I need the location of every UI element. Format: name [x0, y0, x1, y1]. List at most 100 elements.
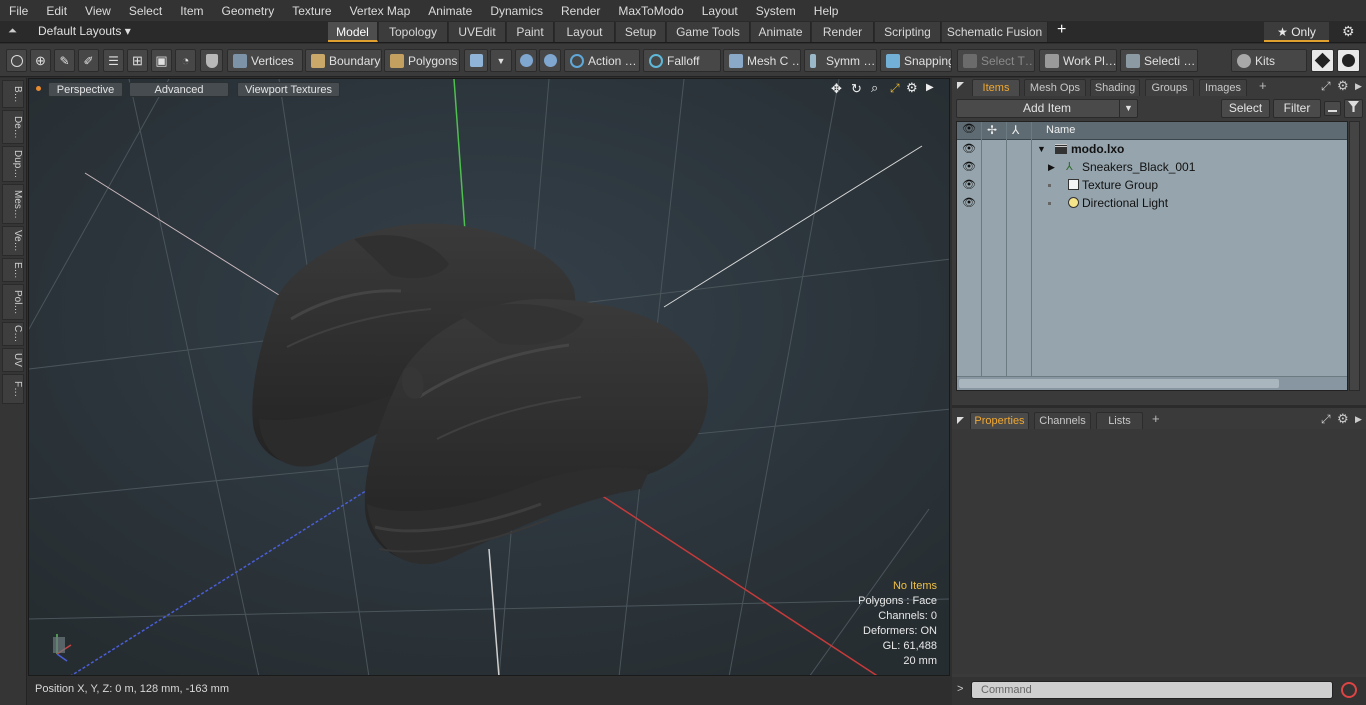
- perspective-button[interactable]: Perspective: [48, 82, 123, 97]
- tab-render[interactable]: Render: [812, 22, 874, 42]
- list-item[interactable]: 👁 Texture Group: [957, 176, 1347, 194]
- align-button[interactable]: ☰: [103, 49, 124, 72]
- viewport-textures-button[interactable]: Viewport Textures: [237, 82, 340, 97]
- eye-icon[interactable]: 👁: [957, 140, 981, 158]
- eye-icon[interactable]: 👁: [957, 176, 981, 194]
- menu-geometry[interactable]: Geometry: [213, 4, 284, 18]
- clock-button[interactable]: ◔: [175, 49, 196, 72]
- add-panel-tab-icon[interactable]: +: [1259, 78, 1267, 93]
- properties-divider[interactable]: [952, 405, 1366, 408]
- tab-channels[interactable]: Channels: [1034, 412, 1091, 429]
- tab-items[interactable]: Items: [972, 79, 1020, 96]
- falloff-button[interactable]: Falloff: [643, 49, 721, 72]
- snap-box-button[interactable]: ▣: [151, 49, 172, 72]
- list-item[interactable]: 👁 ▼ modo.lxo: [957, 140, 1347, 158]
- brush-button[interactable]: ✐: [78, 49, 99, 72]
- layout-up-icon[interactable]: ⏶: [8, 25, 20, 39]
- tab-properties[interactable]: Properties: [970, 412, 1029, 429]
- tab-game-tools[interactable]: Game Tools: [667, 22, 750, 42]
- props-settings-icon[interactable]: ⚙: [1337, 411, 1349, 427]
- lock-header-icon[interactable]: ✢: [987, 123, 997, 137]
- item-list[interactable]: 👁 ✢ ⅄ Name 👁 ▼ modo.lxo 👁 ▶ ⅄ Sneakers_B…: [956, 121, 1348, 391]
- select-button[interactable]: Select: [1221, 99, 1270, 118]
- symmetry-b-button[interactable]: [539, 49, 561, 72]
- tab-paint[interactable]: Paint: [507, 22, 554, 42]
- boundary-button[interactable]: Boundary: [305, 49, 382, 72]
- vertices-button[interactable]: Vertices: [227, 49, 303, 72]
- tab-groups[interactable]: Groups: [1145, 79, 1194, 96]
- material-button[interactable]: [464, 49, 488, 72]
- command-input[interactable]: Command: [971, 681, 1333, 699]
- menu-vertex-map[interactable]: Vertex Map: [341, 4, 420, 18]
- zoom-view-icon[interactable]: ⌕: [871, 80, 878, 96]
- kits-button[interactable]: Kits: [1231, 49, 1307, 72]
- viewport-arrow-icon[interactable]: ▶: [926, 82, 934, 93]
- menu-file[interactable]: File: [0, 4, 37, 18]
- center-button[interactable]: ⊞: [127, 49, 148, 72]
- pen-button[interactable]: ✎: [54, 49, 75, 72]
- unity-button[interactable]: [1311, 49, 1334, 72]
- panel-arrow-icon[interactable]: ▶: [1355, 81, 1362, 92]
- menu-item[interactable]: Item: [171, 4, 212, 18]
- panel-settings-icon[interactable]: ⚙: [1337, 78, 1349, 94]
- tool-tab-basic[interactable]: B…: [2, 80, 24, 108]
- visibility-header-icon[interactable]: 👁: [957, 122, 981, 140]
- add-props-tab-icon[interactable]: +: [1152, 411, 1160, 426]
- eye-icon[interactable]: 👁: [957, 194, 981, 212]
- expand-props-icon[interactable]: ⤢: [1321, 412, 1331, 427]
- add-tab-button[interactable]: +: [1057, 21, 1066, 39]
- tool-tab-uv[interactable]: UV: [2, 348, 24, 372]
- tab-images[interactable]: Images: [1199, 79, 1247, 96]
- tab-mesh-ops[interactable]: Mesh Ops: [1024, 79, 1086, 96]
- tool-tab-fusion[interactable]: F…: [2, 374, 24, 404]
- menu-dynamics[interactable]: Dynamics: [481, 4, 552, 18]
- collapse-button[interactable]: [1324, 101, 1341, 116]
- expand-panel-icon[interactable]: ⤢: [1321, 79, 1331, 94]
- symmetry-a-button[interactable]: [515, 49, 537, 72]
- record-icon[interactable]: [1341, 682, 1357, 698]
- globe-button[interactable]: ⊕: [30, 49, 51, 72]
- tab-animate[interactable]: Animate: [751, 22, 811, 42]
- funnel-button[interactable]: [1344, 99, 1363, 118]
- rotate-view-icon[interactable]: ↻: [851, 81, 862, 97]
- advanced-button[interactable]: Advanced: [129, 82, 229, 97]
- menu-edit[interactable]: Edit: [37, 4, 76, 18]
- select-mode-circle-button[interactable]: [6, 49, 27, 72]
- menu-view[interactable]: View: [76, 4, 120, 18]
- menu-animate[interactable]: Animate: [419, 4, 481, 18]
- layout-preset-dropdown[interactable]: Default Layouts ▾: [38, 24, 131, 38]
- tab-model[interactable]: Model: [328, 22, 378, 42]
- workplane-button[interactable]: Work Pl…: [1039, 49, 1117, 72]
- maximize-view-icon[interactable]: ⤢: [890, 81, 900, 96]
- unreal-button[interactable]: [1337, 49, 1360, 72]
- tool-tab-deform[interactable]: De…: [2, 110, 24, 144]
- tool-tab-duplicate[interactable]: Dup…: [2, 146, 24, 182]
- type-header-icon[interactable]: ⅄: [1012, 123, 1019, 137]
- tab-topology[interactable]: Topology: [379, 22, 448, 42]
- tool-tab-polygon[interactable]: Pol…: [2, 284, 24, 320]
- only-toggle[interactable]: ★ Only: [1264, 22, 1329, 42]
- panel-menu-icon[interactable]: [957, 82, 964, 89]
- tab-lists[interactable]: Lists: [1096, 412, 1143, 429]
- snapping-button[interactable]: Snapping: [880, 49, 952, 72]
- material-dropdown[interactable]: ▼: [490, 49, 512, 72]
- menu-select[interactable]: Select: [120, 4, 171, 18]
- props-menu-icon[interactable]: [957, 417, 964, 424]
- action-center-button[interactable]: Action …: [564, 49, 640, 72]
- tab-schematic-fusion[interactable]: Schematic Fusion: [942, 22, 1048, 42]
- move-view-icon[interactable]: ✥: [831, 81, 842, 97]
- symmetry-button[interactable]: Symm …: [804, 49, 877, 72]
- menu-layout[interactable]: Layout: [693, 4, 747, 18]
- scrollbar-thumb[interactable]: [959, 379, 1279, 388]
- mesh-constraint-button[interactable]: Mesh C …: [723, 49, 801, 72]
- item-mode-button[interactable]: [200, 49, 223, 72]
- expand-arrow-icon[interactable]: ▶: [1048, 158, 1055, 176]
- menu-system[interactable]: System: [747, 4, 805, 18]
- list-item[interactable]: 👁 ▶ ⅄ Sneakers_Black_001: [957, 158, 1347, 176]
- tool-tab-curve[interactable]: C…: [2, 322, 24, 346]
- tab-shading[interactable]: Shading: [1090, 79, 1140, 96]
- expand-arrow-icon[interactable]: ▼: [1037, 140, 1046, 158]
- 3d-viewport[interactable]: Perspective Advanced Viewport Textures ✥…: [28, 78, 950, 676]
- tab-setup[interactable]: Setup: [616, 22, 666, 42]
- polygons-button[interactable]: Polygons: [384, 49, 460, 72]
